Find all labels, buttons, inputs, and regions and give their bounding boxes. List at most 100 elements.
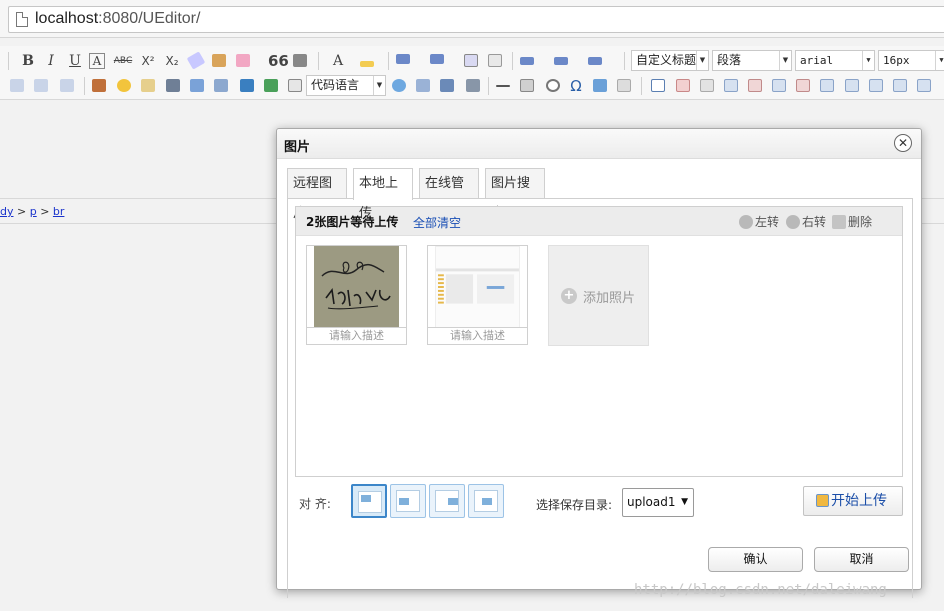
special-char-button[interactable]: Ω bbox=[566, 76, 586, 96]
scrawl-icon[interactable] bbox=[141, 79, 155, 92]
delete-row-icon[interactable] bbox=[748, 79, 762, 92]
subscript-button[interactable]: X₂ bbox=[162, 51, 182, 71]
align-left-option[interactable] bbox=[390, 484, 426, 518]
justify-icon[interactable] bbox=[60, 79, 74, 92]
image-description-input[interactable]: 请输入描述 bbox=[428, 327, 527, 344]
auto-format-icon[interactable] bbox=[236, 54, 250, 67]
insert-table-icon[interactable] bbox=[651, 79, 665, 92]
line-height-icon[interactable] bbox=[588, 57, 602, 65]
font-border-button[interactable]: A bbox=[89, 53, 105, 69]
insert-row-icon[interactable] bbox=[724, 79, 738, 92]
toolbar-separator bbox=[624, 52, 625, 70]
tab-local-upload[interactable]: 本地上传 bbox=[353, 168, 413, 221]
align-right-icon bbox=[448, 498, 458, 505]
horizontal-rule-icon[interactable] bbox=[496, 85, 510, 87]
image-description-input[interactable]: 请输入描述 bbox=[307, 327, 406, 344]
align-left-icon[interactable] bbox=[10, 79, 24, 92]
highlight-icon[interactable] bbox=[360, 61, 374, 67]
close-icon[interactable]: ✕ bbox=[894, 134, 912, 152]
gmap-icon[interactable] bbox=[264, 79, 278, 92]
paragraph-select[interactable]: 段落 ▼ bbox=[712, 50, 792, 71]
queued-image-1[interactable]: 请输入描述 bbox=[306, 245, 407, 345]
dialog-titlebar[interactable]: 图片 ✕ bbox=[277, 129, 921, 159]
split-rows-icon[interactable] bbox=[917, 79, 931, 92]
tab-remote-image[interactable]: 远程图片 bbox=[287, 168, 347, 221]
attachment-icon[interactable] bbox=[214, 79, 228, 92]
elempath-item[interactable]: br bbox=[53, 205, 65, 218]
delete-button[interactable]: 删除 bbox=[832, 213, 872, 230]
custom-heading-select[interactable]: 自定义标题 ▼ bbox=[631, 50, 709, 71]
delete-table-icon[interactable] bbox=[676, 79, 690, 92]
tab-online-manage[interactable]: 在线管理 bbox=[419, 168, 479, 221]
web-app-icon[interactable] bbox=[392, 79, 406, 92]
align-right-icon[interactable] bbox=[34, 79, 48, 92]
code-language-select[interactable]: 代码语言 ▼ bbox=[306, 75, 386, 96]
split-cells-icon[interactable] bbox=[893, 79, 907, 92]
elempath-item[interactable]: p bbox=[30, 205, 37, 218]
select-all-icon[interactable] bbox=[464, 54, 478, 67]
template-icon[interactable] bbox=[440, 79, 454, 92]
search-replace-icon[interactable] bbox=[617, 79, 631, 92]
format-brush-icon[interactable] bbox=[212, 54, 226, 67]
url-text[interactable]: localhost:8080/UEditor/ bbox=[35, 10, 200, 28]
superscript-button[interactable]: X² bbox=[138, 51, 158, 71]
toolbar-separator bbox=[84, 77, 85, 95]
background-icon[interactable] bbox=[466, 79, 480, 92]
ok-button[interactable]: 确认 bbox=[708, 547, 803, 572]
paste-plain-icon[interactable] bbox=[293, 54, 307, 67]
time-icon[interactable] bbox=[546, 79, 560, 92]
watermark: http://blog.csdn.net/daleiwang bbox=[634, 582, 887, 598]
video-icon[interactable] bbox=[166, 79, 180, 92]
ordered-list-icon[interactable] bbox=[396, 54, 410, 64]
merge-right-icon[interactable] bbox=[845, 79, 859, 92]
merge-cells-icon[interactable] bbox=[820, 79, 834, 92]
unordered-list-icon[interactable] bbox=[430, 54, 444, 64]
add-photo-button[interactable]: + 添加照片 bbox=[548, 245, 649, 346]
tab-image-search[interactable]: 图片搜索 bbox=[485, 168, 545, 221]
rotate-right-button[interactable]: 右转 bbox=[786, 213, 826, 230]
toolbar-row-2: 代码语言 ▼ Ω bbox=[0, 74, 944, 98]
address-bar[interactable]: localhost:8080/UEditor/ bbox=[8, 6, 944, 33]
toolbar-separator bbox=[512, 52, 513, 70]
add-photo-label: 添加照片 bbox=[583, 291, 636, 306]
bold-button[interactable]: B bbox=[18, 51, 38, 71]
font-color-button[interactable]: A bbox=[328, 51, 348, 71]
music-icon[interactable] bbox=[190, 79, 204, 92]
date-icon[interactable] bbox=[520, 79, 534, 92]
cancel-button[interactable]: 取消 bbox=[814, 547, 909, 572]
rotate-right-icon bbox=[786, 215, 800, 229]
insert-col-icon[interactable] bbox=[772, 79, 786, 92]
toolbar-separator bbox=[318, 52, 319, 70]
eraser-icon[interactable] bbox=[186, 51, 206, 70]
align-center-option[interactable] bbox=[468, 484, 504, 518]
rotate-left-button[interactable]: 左转 bbox=[739, 213, 779, 230]
merge-down-icon[interactable] bbox=[869, 79, 883, 92]
blockquote-button[interactable]: 66 bbox=[268, 51, 289, 71]
align-label: 对 齐: bbox=[299, 497, 331, 511]
insert-para-before-table-icon[interactable] bbox=[700, 79, 714, 92]
align-none-option[interactable] bbox=[351, 484, 387, 518]
align-right-option[interactable] bbox=[429, 484, 465, 518]
underline-button[interactable]: U bbox=[65, 51, 85, 71]
image-icon[interactable] bbox=[92, 79, 106, 92]
clear-doc-icon[interactable] bbox=[488, 54, 502, 67]
align-center-icon bbox=[482, 498, 492, 505]
save-dir-select[interactable]: upload1 ▼ bbox=[622, 488, 694, 517]
row-spacing-bottom-icon[interactable] bbox=[554, 57, 568, 65]
rotate-left-icon bbox=[739, 215, 753, 229]
elempath-item[interactable]: dy bbox=[0, 205, 14, 218]
insert-frame-icon[interactable] bbox=[288, 79, 302, 92]
italic-button[interactable]: I bbox=[41, 51, 61, 71]
start-upload-button[interactable]: 开始上传 bbox=[803, 486, 903, 516]
clear-all-link[interactable]: 全部清空 bbox=[413, 214, 461, 231]
queued-image-2[interactable]: 请输入描述 bbox=[427, 245, 528, 345]
page-break-icon[interactable] bbox=[416, 79, 430, 92]
delete-col-icon[interactable] bbox=[796, 79, 810, 92]
font-family-select[interactable]: arial ▼ bbox=[795, 50, 875, 71]
strikethrough-button[interactable]: ABC bbox=[113, 51, 133, 71]
emoticon-icon[interactable] bbox=[117, 79, 131, 92]
map-icon[interactable] bbox=[240, 79, 254, 92]
wordimage-icon[interactable] bbox=[593, 79, 607, 92]
row-spacing-top-icon[interactable] bbox=[520, 57, 534, 65]
font-size-select[interactable]: 16px ▼ bbox=[878, 50, 944, 71]
